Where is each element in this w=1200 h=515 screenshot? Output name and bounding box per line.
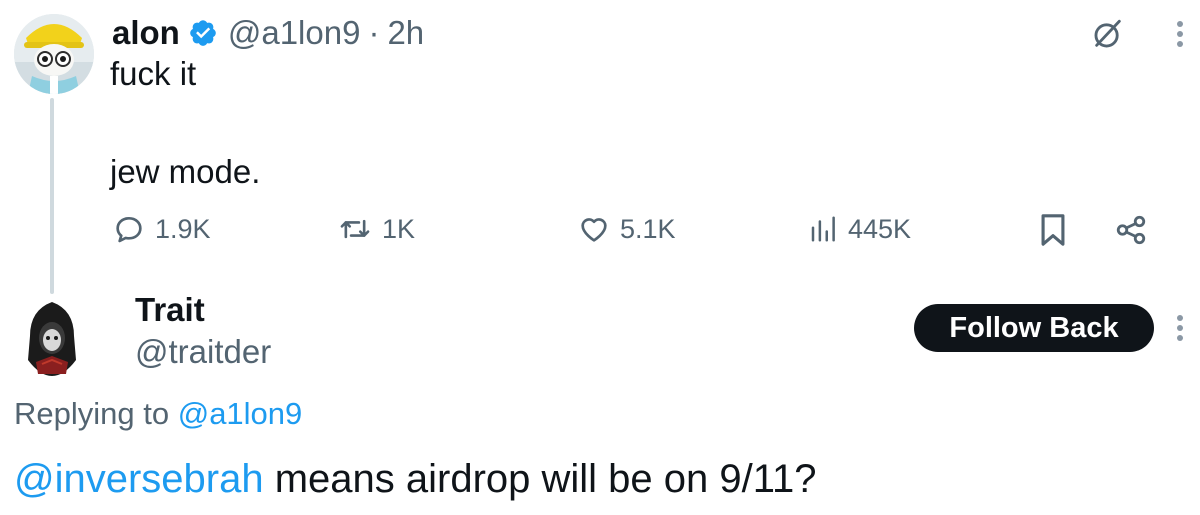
follow-back-button[interactable]: Follow Back <box>914 304 1154 352</box>
reply-text-content: means airdrop will be on 9/11? <box>263 457 817 501</box>
author-name[interactable]: alon <box>112 14 180 52</box>
retweet-count: 1K <box>382 213 416 244</box>
thread-line <box>50 98 54 294</box>
like-button[interactable]: 5.1K <box>578 206 676 252</box>
verified-badge-icon <box>188 18 218 48</box>
like-count: 5.1K <box>620 213 676 244</box>
tweet-text: fuck it jew mode. <box>110 54 260 192</box>
avatar[interactable] <box>14 14 94 94</box>
bookmark-icon[interactable] <box>1038 212 1068 248</box>
retweet-icon <box>340 219 370 239</box>
mention-link[interactable]: @inversebrah <box>14 457 264 501</box>
reply-icon <box>116 217 142 243</box>
reply-text: @inversebrah means airdrop will be on 9/… <box>14 451 817 507</box>
views-icon <box>811 216 835 242</box>
views-button[interactable]: 445K <box>808 206 911 252</box>
tweet-header: alon @a1lon9 · 2h <box>112 10 424 56</box>
share-icon[interactable] <box>1113 212 1149 248</box>
replying-to: Replying to @a1lon9 <box>14 392 302 436</box>
tweet-text-line: jew mode. <box>110 153 261 190</box>
avatar[interactable] <box>22 300 82 378</box>
reply-count: 1.9K <box>155 213 211 244</box>
reply-button[interactable]: 1.9K <box>113 206 211 252</box>
tweet-time[interactable]: 2h <box>387 14 424 52</box>
replying-to-handle-link[interactable]: @a1lon9 <box>178 396 303 431</box>
avatar-image <box>14 14 94 94</box>
time-separator: · <box>368 14 380 51</box>
tweet-text-line: fuck it <box>110 55 197 92</box>
heart-icon <box>581 218 607 242</box>
author-handle[interactable]: @a1lon9 <box>228 14 361 52</box>
replying-to-label: Replying to <box>14 396 170 431</box>
more-icon[interactable] <box>1165 14 1195 54</box>
reply-author-name[interactable]: Trait <box>135 288 205 332</box>
reply-author-handle[interactable]: @traitder <box>135 330 271 374</box>
grok-icon[interactable] <box>1088 14 1128 54</box>
more-icon[interactable] <box>1165 308 1195 348</box>
avatar-image <box>28 302 76 376</box>
retweet-button[interactable]: 1K <box>338 206 415 252</box>
views-count: 445K <box>848 213 912 244</box>
